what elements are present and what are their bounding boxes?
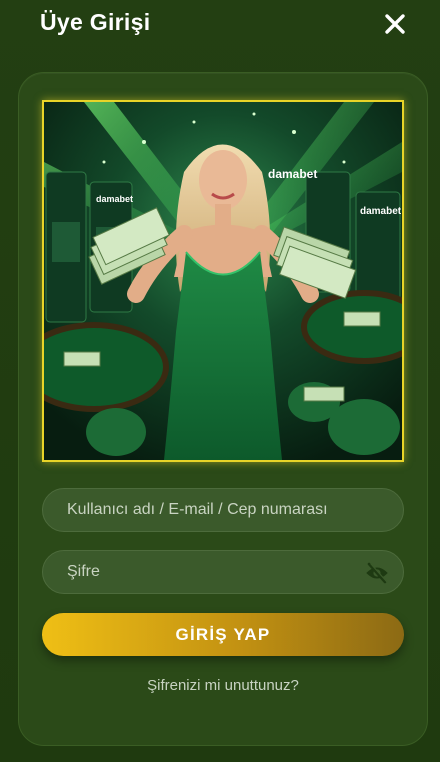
username-field[interactable] — [42, 488, 404, 532]
close-icon — [385, 14, 405, 34]
brand-sign: damabet — [360, 206, 402, 217]
login-page: Üye Girişi damabet damabet damabet Kulla… — [0, 0, 440, 762]
password-input[interactable] — [43, 551, 403, 593]
close-button[interactable] — [384, 13, 406, 35]
login-button[interactable]: GİRİŞ YAP — [42, 613, 404, 656]
casino-illustration: damabet damabet damabet — [44, 102, 402, 460]
header: Üye Girişi — [0, 0, 440, 50]
page-title: Üye Girişi — [40, 9, 151, 35]
username-input[interactable] — [43, 489, 403, 531]
password-field[interactable] — [42, 550, 404, 594]
eye-off-icon — [366, 562, 388, 584]
forgot-password-link[interactable]: Şifrenizi mi unuttunuz? — [42, 677, 404, 694]
toggle-password-visibility-button[interactable] — [365, 562, 389, 584]
hero-image: damabet damabet damabet — [42, 100, 404, 462]
brand-sign: damabet — [96, 194, 133, 204]
brand-sign: damabet — [268, 167, 317, 181]
